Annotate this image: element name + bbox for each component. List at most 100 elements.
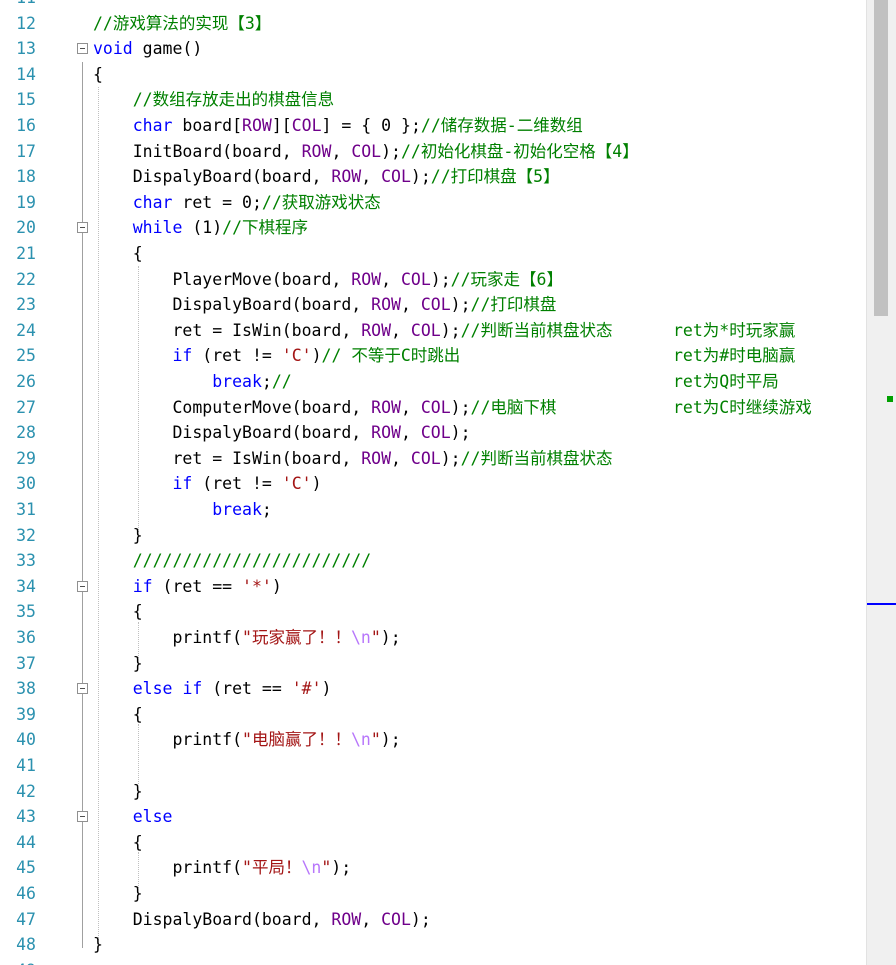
code-token: COL xyxy=(420,295,451,315)
code-line[interactable]: 41 xyxy=(0,753,866,779)
line-number: 11 xyxy=(0,0,36,11)
line-number: 21 xyxy=(16,243,36,263)
code-token: COL xyxy=(381,909,411,929)
collapse-icon[interactable] xyxy=(77,811,88,823)
code-token: '#' xyxy=(291,679,322,699)
code-text: } xyxy=(93,881,143,907)
code-text: ret = IsWin(board, ROW, COL);//判断当前棋盘状态 xyxy=(93,318,612,344)
code-line[interactable]: 42 } xyxy=(0,779,866,805)
code-token: } xyxy=(93,525,143,545)
code-line[interactable]: 34 if (ret == '*') xyxy=(0,574,866,600)
code-line[interactable]: 45 printf("平局！\n"); xyxy=(0,855,866,881)
collapse-icon[interactable] xyxy=(77,580,88,592)
code-token: game() xyxy=(132,39,203,59)
code-token: ][ xyxy=(271,115,292,135)
code-text: { xyxy=(93,241,143,267)
code-token: , xyxy=(331,141,352,161)
vertical-scrollbar[interactable] xyxy=(866,0,896,965)
code-token: \n xyxy=(350,730,371,750)
line-number: 49 xyxy=(0,958,36,965)
code-line[interactable]: 20 while (1)//下棋程序 xyxy=(0,215,866,241)
code-token: //玩家走【6】 xyxy=(450,269,563,289)
code-line[interactable]: 30 if (ret != 'C') xyxy=(0,471,866,497)
collapse-icon[interactable] xyxy=(77,683,88,695)
collapse-icon[interactable] xyxy=(77,222,88,234)
code-text: if (ret != 'C')// 不等于C时跳出 xyxy=(93,343,460,369)
scrollbar-thumb[interactable] xyxy=(874,0,888,316)
line-number: 47 xyxy=(16,909,36,929)
code-line[interactable]: 25 if (ret != 'C')// 不等于C时跳出 ret为#时电脑赢 xyxy=(0,343,866,369)
code-line[interactable]: 48} xyxy=(0,932,866,958)
code-token: ) xyxy=(321,679,332,699)
code-text: } xyxy=(93,651,143,677)
code-token: , xyxy=(400,295,421,315)
code-text: //////////////////////// xyxy=(93,548,371,574)
code-text: ret = IsWin(board, ROW, COL);//判断当前棋盘状态 xyxy=(93,446,612,472)
code-line[interactable]: 46 } xyxy=(0,881,866,907)
code-line[interactable]: 38 else if (ret == '#') xyxy=(0,676,866,702)
code-line[interactable]: 39 { xyxy=(0,702,866,728)
code-line[interactable]: 24 ret = IsWin(board, ROW, COL);//判断当前棋盘… xyxy=(0,318,866,344)
code-line[interactable]: 21 { xyxy=(0,241,866,267)
code-token: COL xyxy=(410,448,441,468)
code-token: , xyxy=(361,909,382,929)
code-line[interactable]: 12 //游戏算法的实现【3】 xyxy=(0,11,866,37)
code-line[interactable]: 14 { xyxy=(0,62,866,88)
line-number: 31 xyxy=(16,499,36,519)
code-line[interactable]: 29 ret = IsWin(board, ROW, COL);//判断当前棋盘… xyxy=(0,446,866,472)
code-text: } xyxy=(93,779,143,805)
code-token: \n xyxy=(301,858,322,878)
code-line[interactable]: 13 void game() xyxy=(0,36,866,62)
code-text: //数组存放走出的棋盘信息 xyxy=(93,87,334,113)
code-editor[interactable]: 11 12 //游戏算法的实现【3】 13 void game() 14 {15 //数组存… xyxy=(0,0,866,965)
collapse-icon[interactable] xyxy=(77,43,88,55)
code-token: if xyxy=(182,679,203,699)
line-number: 27 xyxy=(16,397,36,417)
code-token: ROW xyxy=(351,269,382,289)
code-line[interactable]: 32 } xyxy=(0,523,866,549)
code-line[interactable]: 37 } xyxy=(0,651,866,677)
code-line[interactable]: 22 PlayerMove(board, ROW, COL);//玩家走【6】 xyxy=(0,267,866,293)
code-line[interactable]: 23 DispalyBoard(board, ROW, COL);//打印棋盘 xyxy=(0,292,866,318)
code-token: { xyxy=(93,832,143,852)
code-token: DispalyBoard(board, xyxy=(93,167,332,187)
code-token: ); xyxy=(450,295,471,315)
line-number: 28 xyxy=(16,423,36,443)
code-line[interactable]: 15 //数组存放走出的棋盘信息 xyxy=(0,87,866,113)
line-number: 35 xyxy=(16,602,36,622)
line-number: 38 xyxy=(16,679,36,699)
code-token: ret = IsWin(board, xyxy=(93,448,362,468)
code-token: if xyxy=(132,576,153,596)
code-token: ; xyxy=(261,499,272,519)
code-token: ) xyxy=(311,474,322,494)
code-token: break xyxy=(212,371,262,391)
code-line[interactable]: 28 DispalyBoard(board, ROW, COL); xyxy=(0,420,866,446)
code-line[interactable]: 26 break;// ret为Q时平局 xyxy=(0,369,866,395)
code-token: (1) xyxy=(182,218,223,238)
code-line[interactable]: 47 DispalyBoard(board, ROW, COL); xyxy=(0,907,866,933)
code-line[interactable]: 16 char board[ROW][COL] = { 0 };//储存数据-二… xyxy=(0,113,866,139)
code-token: else xyxy=(132,679,173,699)
line-number: 36 xyxy=(16,627,36,647)
code-line[interactable]: 33 //////////////////////// xyxy=(0,548,866,574)
line-number: 15 xyxy=(16,90,36,110)
code-line[interactable]: 17 InitBoard(board, ROW, COL);//初始化棋盘-初始… xyxy=(0,139,866,165)
code-line[interactable]: 44 { xyxy=(0,830,866,856)
code-line[interactable]: 27 ComputerMove(board, ROW, COL);//电脑下棋 r… xyxy=(0,395,866,421)
code-token: PlayerMove(board, xyxy=(93,269,352,289)
code-line[interactable]: 43 else xyxy=(0,804,866,830)
code-token: // xyxy=(271,371,292,391)
code-token: void xyxy=(93,39,133,59)
code-line[interactable]: 19 char ret = 0;//获取游戏状态 xyxy=(0,190,866,216)
code-line[interactable]: 40 printf("电脑赢了！！\n"); xyxy=(0,727,866,753)
code-token: , xyxy=(381,269,401,289)
code-line[interactable]: 31 break; xyxy=(0,497,866,523)
code-text: printf("平局！\n"); xyxy=(93,855,351,881)
code-line[interactable]: 35 { xyxy=(0,599,866,625)
code-line[interactable]: 36 printf("玩家赢了！！\n"); xyxy=(0,625,866,651)
code-line[interactable]: 18 DispalyBoard(board, ROW, COL);//打印棋盘【… xyxy=(0,164,866,190)
code-token: (ret != xyxy=(192,474,282,494)
code-token: printf( xyxy=(93,858,243,878)
